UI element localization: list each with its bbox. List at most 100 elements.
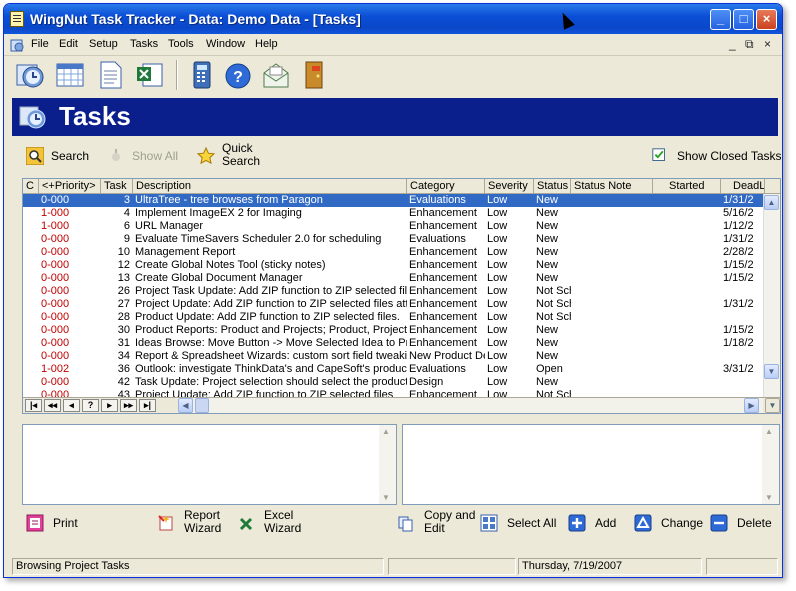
print-button[interactable]: Print (26, 508, 96, 538)
nav-first-button[interactable]: |◂ (25, 399, 42, 412)
mdi-close-icon[interactable]: × (764, 37, 771, 51)
title-bar[interactable]: WingNut Task Tracker - Data: Demo Data -… (4, 4, 782, 34)
table-row[interactable]: 1-000 4 Implement ImageEX 2 for Imaging Enh… (23, 207, 765, 220)
table-row[interactable]: 0-000 13 Create Global Document Manager Enh… (23, 272, 765, 285)
table-row[interactable]: 0-000 26 Project Task Update: Add ZIP func… (23, 285, 765, 298)
checkbox-checked-icon[interactable] (652, 148, 667, 163)
menu-window[interactable]: Window (206, 38, 245, 50)
document-icon[interactable] (94, 59, 126, 91)
table-row[interactable]: 0-000 10 Management Report Enhancement Low Ne… (23, 246, 765, 259)
scroll-corner-down-icon[interactable]: ▼ (765, 398, 780, 413)
cell-status: Not Sch (536, 311, 571, 323)
menu-tasks[interactable]: Tasks (130, 38, 158, 50)
scroll-up-arrow-icon[interactable]: ▲ (764, 195, 779, 210)
mdi-restore-icon[interactable]: ⧉ (745, 37, 754, 52)
action-bar: Print Report Wizard Excel Wizard Copy and E… (12, 508, 778, 540)
table-row[interactable]: 1-002 36 Outlook: investigate ThinkData's … (23, 363, 765, 376)
table-row[interactable]: 0-000 42 Task Update: Project selection sh… (23, 376, 765, 389)
nav-next-page-button[interactable]: ▸▸ (120, 399, 137, 412)
excel-wizard-button[interactable]: Excel Wizard (237, 508, 317, 538)
nav-next-button[interactable]: ▸ (101, 399, 118, 412)
cell-severity: Low (487, 311, 508, 323)
nav-locate-button[interactable]: ? (82, 399, 99, 412)
cell-severity: Low (487, 272, 508, 284)
nav-prev-button[interactable]: ◂ (63, 399, 80, 412)
table-row[interactable]: 0-000 30 Product Reports: Product and Proj… (23, 324, 765, 337)
tasks-clock-icon[interactable] (14, 59, 46, 91)
quick-search-button[interactable]: Quick Search (197, 142, 277, 170)
table-row[interactable]: 1-000 6 URL Manager Enhancement Low New 1/12/2 (23, 220, 765, 233)
calculator-icon[interactable] (186, 59, 218, 91)
copy-and-edit-button[interactable]: Copy and Edit (397, 508, 482, 538)
table-row[interactable]: 0-000 27 Project Update: Add ZIP function … (23, 298, 765, 311)
col-header-deadline[interactable]: DeadL (721, 179, 765, 194)
cell-category: Enhancement (409, 272, 477, 284)
change-button[interactable]: Change (634, 508, 709, 538)
maximize-button[interactable]: □ (733, 9, 754, 30)
cell-description: Management Report (135, 246, 236, 258)
cell-task: 9 (123, 233, 130, 245)
menu-file[interactable]: File (31, 38, 49, 50)
nav-prev-page-button[interactable]: ◂◂ (44, 399, 61, 412)
delete-button[interactable]: Delete (710, 508, 778, 538)
col-header-task[interactable]: Task (101, 179, 133, 194)
right-pane-down-icon[interactable]: ▼ (765, 493, 773, 502)
cell-category: Evaluations (409, 233, 466, 245)
menu-edit[interactable]: Edit (59, 38, 78, 50)
show-all-button[interactable]: Show All (107, 142, 187, 170)
grid-horizontal-scrollbar[interactable]: ◀ ▶ (178, 398, 763, 413)
scroll-right-arrow-icon[interactable]: ▶ (744, 398, 759, 413)
mdi-minimize-icon[interactable]: _ (729, 37, 736, 51)
calendar-icon[interactable] (54, 59, 86, 91)
left-pane-scrollbar[interactable]: ▲ ▼ (379, 425, 396, 504)
mail-icon[interactable] (260, 59, 292, 91)
cell-task: 10 (117, 246, 130, 258)
cell-status-note (571, 194, 653, 207)
show-closed-tasks-toggle[interactable]: Show Closed Tasks (652, 142, 782, 170)
col-header-severity[interactable]: Severity (485, 179, 534, 194)
select-all-label: Select All (507, 516, 557, 530)
exit-door-icon[interactable] (298, 59, 330, 91)
col-header-status-note[interactable]: Status Note (571, 179, 653, 194)
menu-setup[interactable]: Setup (89, 38, 118, 50)
minimize-button[interactable]: _ (710, 9, 731, 30)
help-icon[interactable]: ? (222, 59, 254, 91)
status-bar: Browsing Project Tasks Thursday, 7/19/20… (12, 558, 778, 576)
menu-tools[interactable]: Tools (168, 38, 194, 50)
col-header-status[interactable]: Status (534, 179, 571, 194)
table-row[interactable]: 0-000 3 UltraTree - tree browses from Para… (23, 194, 765, 207)
table-row[interactable]: 0-000 34 Report & Spreadsheet Wizards: cus… (23, 350, 765, 363)
col-header-description[interactable]: Description (133, 179, 407, 194)
scroll-thumb[interactable] (195, 398, 209, 413)
report-wizard-button[interactable]: Report Wizard (157, 508, 237, 538)
tasks-grid[interactable]: C <+Priority> Task Description Category … (22, 178, 781, 414)
nav-last-button[interactable]: ▸| (139, 399, 156, 412)
table-row[interactable]: 0-000 31 Ideas Browse: Move Button -> Move… (23, 337, 765, 350)
scroll-left-arrow-icon[interactable]: ◀ (178, 398, 193, 413)
grid-vertical-scrollbar[interactable]: ▲ ▼ (763, 194, 780, 398)
close-button[interactable]: × (756, 9, 777, 30)
search-button[interactable]: Search (26, 142, 96, 170)
table-row[interactable]: 0-000 9 Evaluate TimeSavers Scheduler 2.0 … (23, 233, 765, 246)
cell-task: 13 (117, 272, 130, 284)
cell-priority: 1-000 (41, 220, 70, 232)
table-row[interactable]: 0-000 12 Create Global Notes Tool (sticky … (23, 259, 765, 272)
notes-pane-right[interactable]: ▲ ▼ (402, 424, 780, 505)
table-row[interactable]: 0-000 28 Product Update: Add ZIP function … (23, 311, 765, 324)
left-pane-down-icon[interactable]: ▼ (382, 493, 390, 502)
menu-help[interactable]: Help (255, 38, 278, 50)
notes-pane-left[interactable]: ▲ ▼ (22, 424, 397, 505)
right-pane-scrollbar[interactable]: ▲ ▼ (762, 425, 779, 504)
col-header-priority[interactable]: <+Priority> (39, 179, 101, 194)
cell-status-note (571, 233, 653, 246)
left-pane-up-icon[interactable]: ▲ (382, 427, 390, 436)
col-header-category[interactable]: Category (407, 179, 485, 194)
add-button[interactable]: Add (568, 508, 628, 538)
right-pane-up-icon[interactable]: ▲ (765, 427, 773, 436)
col-header-c[interactable]: C (23, 179, 39, 194)
select-all-button[interactable]: Select All (480, 508, 560, 538)
col-header-started[interactable]: Started (653, 179, 721, 194)
cell-priority: 0-000 (41, 194, 70, 206)
scroll-down-arrow-icon[interactable]: ▼ (764, 364, 779, 379)
excel-icon[interactable] (134, 59, 166, 91)
